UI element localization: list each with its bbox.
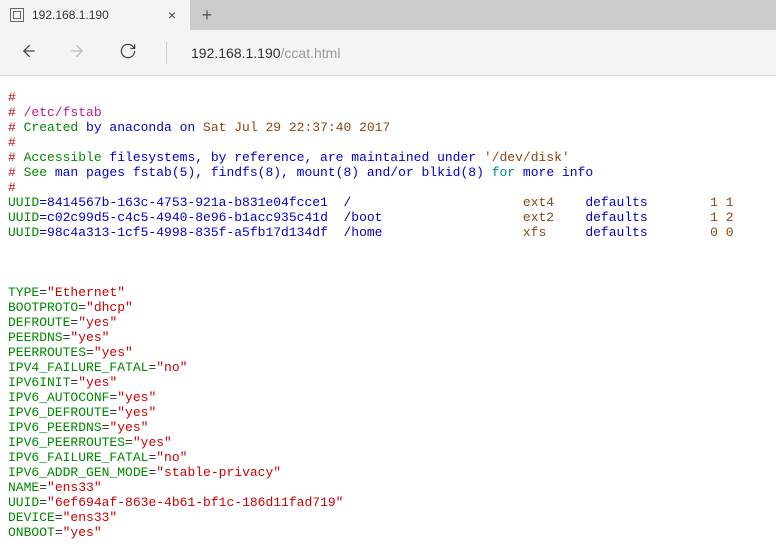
tab-title: 192.168.1.190 bbox=[32, 8, 156, 22]
arrow-left-icon bbox=[18, 41, 38, 61]
forward-button[interactable] bbox=[64, 37, 92, 68]
ifcfg-rows: TYPE="Ethernet" BOOTPROTO="dhcp" DEFROUT… bbox=[8, 270, 768, 540]
browser-tab[interactable]: 192.168.1.190 × bbox=[0, 0, 190, 30]
page-icon bbox=[10, 8, 24, 22]
close-icon[interactable]: × bbox=[164, 7, 180, 23]
url-host: 192.168.1.190 bbox=[191, 45, 281, 61]
toolbar-divider bbox=[166, 42, 167, 64]
back-button[interactable] bbox=[14, 37, 42, 68]
url-path: /ccat.html bbox=[281, 45, 341, 61]
refresh-icon bbox=[118, 41, 138, 61]
toolbar: 192.168.1.190/ccat.html bbox=[0, 30, 776, 76]
page-content: # # /etc/fstab # Created by anaconda on … bbox=[0, 76, 776, 554]
arrow-right-icon bbox=[68, 41, 88, 61]
refresh-button[interactable] bbox=[114, 37, 142, 68]
new-tab-button[interactable]: + bbox=[190, 0, 224, 30]
address-bar[interactable]: 192.168.1.190/ccat.html bbox=[191, 45, 340, 61]
tab-bar: 192.168.1.190 × + bbox=[0, 0, 776, 30]
fstab-rows: UUID=8414567b-163c-4753-921a-b831e04fcce… bbox=[8, 195, 768, 240]
